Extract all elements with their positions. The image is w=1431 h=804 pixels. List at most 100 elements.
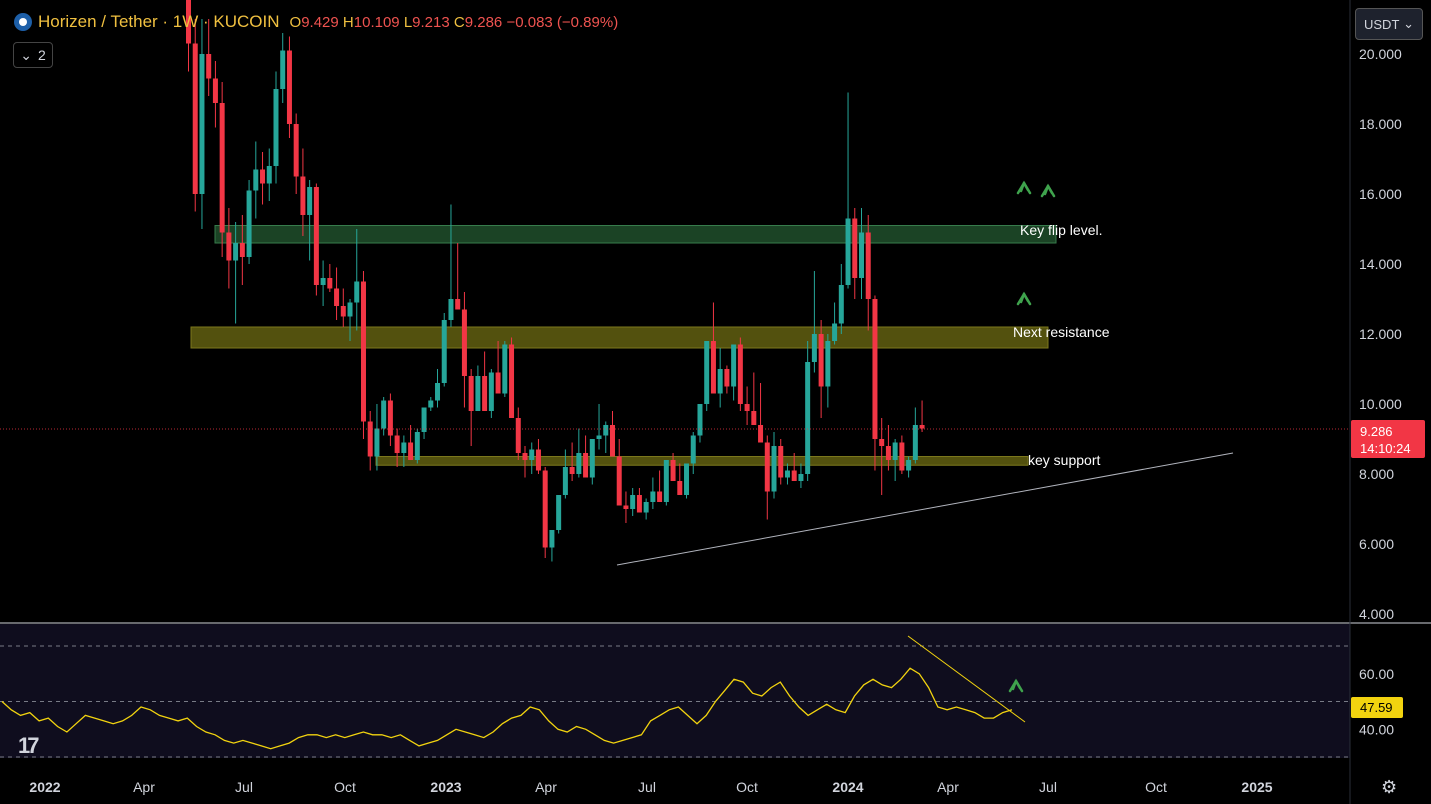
- candle-body: [643, 502, 649, 513]
- candle-body: [832, 323, 838, 341]
- indicator-collapse-button[interactable]: ⌄ 2: [13, 42, 53, 68]
- candle-body: [885, 446, 891, 460]
- candle-body: [542, 470, 548, 548]
- time-tick-label: Jul: [1039, 779, 1057, 795]
- candle-body: [589, 439, 595, 478]
- candle-body: [475, 376, 481, 411]
- zone-2: [375, 456, 1029, 466]
- ohlc-values: O9.429 H10.109 L9.213 C9.286 −0.083 (−0.…: [290, 14, 619, 31]
- candle-body: [313, 187, 319, 285]
- candle-body: [515, 418, 521, 453]
- candle-body: [677, 481, 683, 495]
- candle-body: [461, 309, 467, 376]
- candle-body: [260, 169, 266, 184]
- time-tick-label: 2025: [1241, 779, 1272, 795]
- time-tick-label: Apr: [937, 779, 959, 795]
- candle-body: [549, 530, 555, 548]
- candle-body: [576, 453, 582, 474]
- currency-label: USDT: [1364, 16, 1400, 32]
- candle-body: [428, 400, 434, 408]
- candle-body: [684, 463, 690, 495]
- candle-body: [226, 232, 232, 261]
- candle-body: [690, 435, 696, 464]
- candle-body: [280, 50, 286, 89]
- candle-body: [414, 432, 420, 460]
- candle-body: [535, 449, 541, 471]
- candle-body: [253, 169, 259, 191]
- candle-body: [838, 285, 844, 324]
- candle-body: [636, 495, 642, 513]
- time-tick-label: 2024: [832, 779, 863, 795]
- zone-0: [214, 225, 1057, 244]
- candle-body: [408, 442, 414, 460]
- zone-label-0: Key flip level.: [1020, 222, 1102, 238]
- candle-body: [293, 124, 299, 177]
- candle-body: [347, 302, 353, 317]
- price-tick-label: 16.000: [1359, 186, 1402, 202]
- candle-body: [556, 495, 562, 530]
- candle-body: [731, 344, 737, 387]
- candle-body: [192, 43, 198, 194]
- candle-body: [583, 453, 589, 478]
- high-label: H: [342, 13, 354, 31]
- candle-body: [387, 400, 393, 436]
- candle-body: [865, 232, 871, 299]
- candle-body: [859, 232, 864, 278]
- time-tick-label: Apr: [535, 779, 557, 795]
- candle-body: [710, 341, 716, 394]
- candle-body: [744, 404, 750, 411]
- candle-body: [334, 288, 340, 306]
- candle-body: [697, 404, 703, 436]
- candle-body: [892, 442, 898, 460]
- open-value: 9.429: [301, 13, 339, 31]
- time-tick-label: Apr: [133, 779, 155, 795]
- candle-body: [919, 425, 925, 429]
- candle-body: [340, 306, 346, 317]
- chevron-down-icon: ⌄: [20, 46, 32, 63]
- candle-body: [468, 376, 474, 411]
- close-value: 9.286: [464, 13, 503, 31]
- indicator-count: 2: [37, 47, 46, 63]
- rsi-pane-background: [0, 624, 1350, 758]
- price-tick-label: 4.000: [1359, 606, 1394, 622]
- chart-canvas[interactable]: Key flip level. Next resistance key suppor…: [0, 0, 1431, 804]
- candle-body: [562, 467, 568, 495]
- candle-body: [529, 449, 535, 460]
- candle-body: [784, 470, 790, 478]
- candle-body: [852, 218, 858, 278]
- candle-body: [811, 334, 817, 362]
- candle-body: [435, 383, 441, 401]
- candle-body: [246, 190, 252, 257]
- candle-body: [233, 243, 239, 261]
- candle-body: [663, 460, 669, 502]
- rsi-value: 47.59: [1360, 700, 1393, 715]
- candle-body: [381, 400, 387, 429]
- candle-body: [758, 425, 764, 443]
- currency-select[interactable]: USDT ⌄: [1355, 8, 1423, 40]
- settings-gear-icon[interactable]: ⚙: [1381, 778, 1399, 796]
- candle-body: [818, 334, 824, 387]
- candle-body: [704, 341, 710, 404]
- close-label: C: [453, 13, 465, 31]
- candle-body: [845, 218, 851, 285]
- candle-body: [367, 421, 373, 457]
- symbol-title[interactable]: Horizen / Tether · 1W · KUCOIN: [38, 12, 280, 32]
- time-tick-label: 2022: [29, 779, 60, 795]
- candle-body: [360, 281, 366, 422]
- candle-body: [394, 435, 400, 453]
- candle-body: [502, 344, 508, 394]
- zone-1: [190, 326, 1049, 349]
- candle-body: [609, 425, 615, 457]
- price-tick-label: 6.000: [1359, 536, 1394, 552]
- zone-label-2: key support: [1028, 452, 1100, 468]
- candle-body: [320, 278, 326, 285]
- candle-body: [906, 460, 912, 471]
- tradingview-logo-icon[interactable]: 17: [18, 733, 40, 759]
- rsi-tick-label: 40.00: [1359, 721, 1394, 737]
- candle-body: [630, 495, 636, 509]
- candle-body: [307, 187, 313, 215]
- candle-body: [455, 299, 461, 310]
- candle-body: [569, 467, 575, 474]
- candle-body: [421, 407, 427, 432]
- time-tick-label: Jul: [638, 779, 656, 795]
